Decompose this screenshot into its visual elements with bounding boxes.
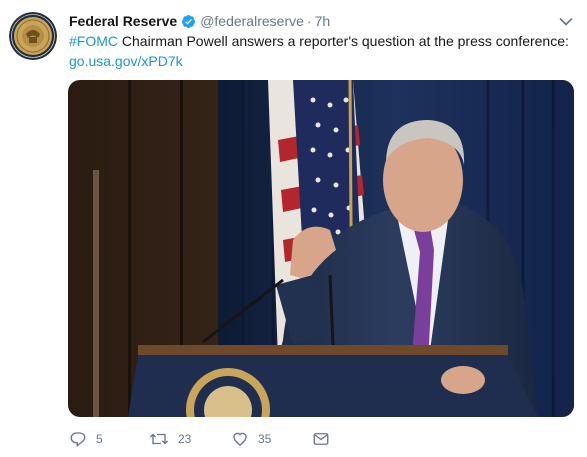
like-button[interactable]: 35 <box>231 430 312 448</box>
url-link[interactable]: go.usa.gov/xPD7k <box>69 52 574 71</box>
tweet-card: Federal Reserve @federalreserve · 7h #FO… <box>0 0 587 457</box>
tweet-header: Federal Reserve @federalreserve · 7h <box>69 11 330 31</box>
user-handle[interactable]: @federalreserve <box>200 13 304 29</box>
reply-icon <box>70 432 86 448</box>
tweet-text: #FOMC Chairman Powell answers a reporter… <box>69 32 574 71</box>
heart-icon <box>233 432 247 446</box>
tweet-actions: 5 23 35 <box>69 430 330 448</box>
hashtag-link[interactable]: #FOMC <box>69 33 118 49</box>
reply-count: 5 <box>96 432 103 446</box>
timestamp[interactable]: 7h <box>315 13 331 29</box>
reply-button[interactable]: 5 <box>69 430 149 448</box>
retweet-icon <box>150 433 168 445</box>
tweet-body: Chairman Powell answers a reporter's que… <box>118 33 569 49</box>
tweet-photo[interactable] <box>68 80 574 417</box>
retweet-count: 23 <box>178 432 192 446</box>
like-count: 35 <box>258 432 272 446</box>
avatar[interactable] <box>9 12 57 60</box>
retweet-button[interactable]: 23 <box>149 430 231 448</box>
direct-message-button[interactable] <box>312 430 330 448</box>
separator-dot: · <box>306 13 312 29</box>
verified-badge-icon <box>181 14 196 29</box>
federal-reserve-seal-icon <box>9 12 57 60</box>
envelope-icon <box>313 433 329 445</box>
press-conference-photo <box>68 80 574 417</box>
chevron-down-icon[interactable] <box>559 14 573 26</box>
display-name[interactable]: Federal Reserve <box>69 13 177 29</box>
